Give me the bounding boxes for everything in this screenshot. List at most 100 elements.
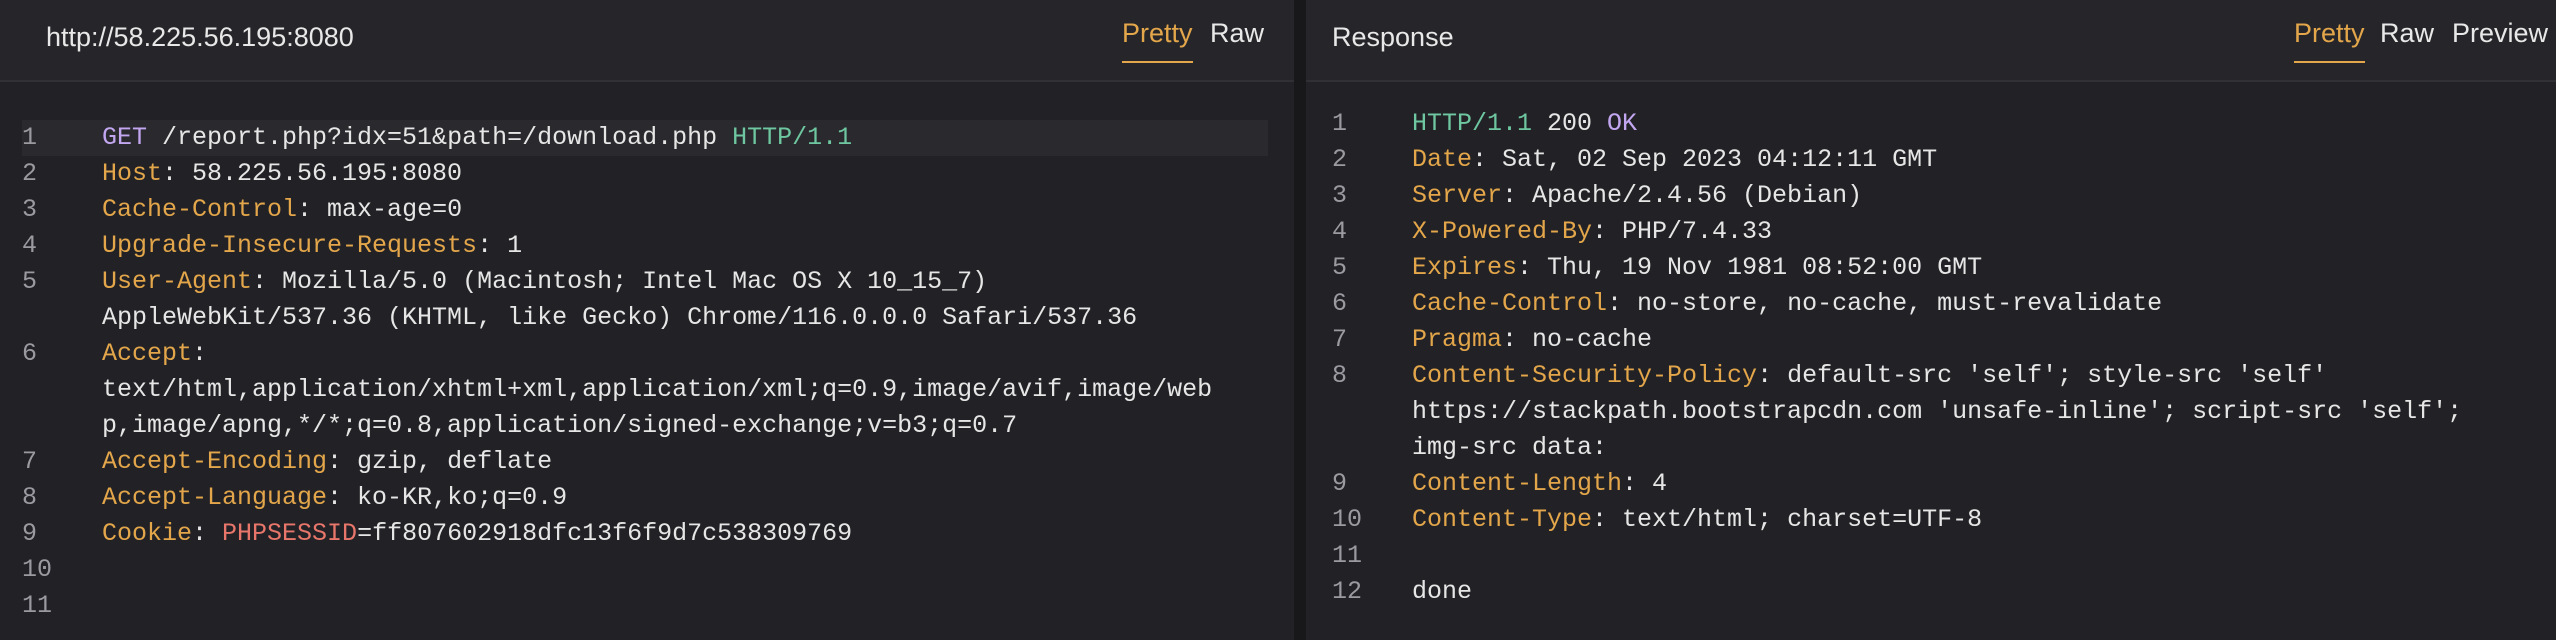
header-name: Content-Length bbox=[1412, 469, 1623, 498]
line-content: Cookie: PHPSESSID=ff807602918dfc13f6f9d7… bbox=[102, 516, 1268, 552]
line-content: X-Powered-By: PHP/7.4.33 bbox=[1412, 214, 2546, 250]
request-editor[interactable]: 1 GET /report.php?idx=51&path=/download.p… bbox=[22, 120, 1268, 624]
line-content bbox=[102, 552, 1268, 588]
header-value: : 58.225.56.195:8080 bbox=[162, 159, 463, 188]
line-number: 2 bbox=[1332, 145, 1348, 174]
line-content: Content-Type: text/html; charset=UTF-8 bbox=[1412, 502, 2546, 538]
header-name: Accept bbox=[102, 339, 193, 368]
line-content bbox=[1412, 538, 2546, 574]
header-value: done bbox=[1412, 577, 1473, 606]
line-content: Accept: text/html,application/xhtml+xml,… bbox=[102, 336, 1268, 444]
line-content: Content-Security-Policy: default-src 'se… bbox=[1412, 358, 2546, 466]
header-name: Upgrade-Insecure-Requests bbox=[102, 231, 478, 260]
status-text: OK bbox=[1607, 109, 1638, 138]
line-content: Expires: Thu, 19 Nov 1981 08:52:00 GMT bbox=[1412, 250, 2546, 286]
line-content: Cache-Control: no-store, no-cache, must-… bbox=[1412, 286, 2546, 322]
header-value: : no-cache bbox=[1502, 325, 1653, 354]
header-value: /report.php?idx=51&path=/download.php bbox=[147, 123, 733, 152]
code-line: 4 Upgrade-Insecure-Requests: 1 bbox=[22, 228, 1268, 264]
pane-divider[interactable] bbox=[1294, 0, 1306, 640]
line-content bbox=[102, 588, 1268, 624]
line-content: HTTP/1.1 200 OK bbox=[1412, 106, 2546, 142]
code-line: 3 Cache-Control: max-age=0 bbox=[22, 192, 1268, 228]
tab-preview[interactable]: Preview bbox=[2452, 18, 2548, 61]
line-number: 5 bbox=[22, 267, 38, 296]
line-number: 2 bbox=[22, 159, 38, 188]
line-content: Accept-Encoding: gzip, deflate bbox=[102, 444, 1268, 480]
line-content: Server: Apache/2.4.56 (Debian) bbox=[1412, 178, 2546, 214]
line-number: 10 bbox=[1332, 505, 1363, 534]
code-line: 1 GET /report.php?idx=51&path=/download.p… bbox=[22, 120, 1268, 156]
header-name: Accept-Language bbox=[102, 483, 328, 512]
tab-raw[interactable]: Raw bbox=[2380, 18, 2434, 61]
line-number: 7 bbox=[22, 447, 38, 476]
protocol-token: HTTP/1.1 bbox=[1412, 109, 1533, 138]
header-value: : PHP/7.4.33 bbox=[1592, 217, 1773, 246]
header-name: Content-Type bbox=[1412, 505, 1593, 534]
line-number: 11 bbox=[1332, 541, 1363, 570]
header-name: Pragma bbox=[1412, 325, 1503, 354]
line-number: 12 bbox=[1332, 577, 1363, 606]
header-value: : Thu, 19 Nov 1981 08:52:00 GMT bbox=[1517, 253, 1983, 282]
response-pane: Response Pretty Raw Preview 1 HTTP/1.1 20… bbox=[1306, 0, 2556, 640]
code-line: 7 Pragma: no-cache bbox=[1332, 322, 2546, 358]
tab-raw[interactable]: Raw bbox=[1210, 18, 1264, 61]
line-number: 6 bbox=[1332, 289, 1348, 318]
line-number: 8 bbox=[1332, 361, 1348, 390]
response-title: Response bbox=[1332, 22, 1454, 52]
code-line: 8 Content-Security-Policy: default-src 's… bbox=[1332, 358, 2546, 466]
header-value: : 4 bbox=[1622, 469, 1668, 498]
line-number: 1 bbox=[1332, 109, 1348, 138]
response-editor[interactable]: 1 HTTP/1.1 200 OK 2 Date: Sat, 02 Sep 2023 … bbox=[1332, 106, 2546, 610]
line-number: 4 bbox=[22, 231, 38, 260]
header-name: Cache-Control bbox=[102, 195, 298, 224]
header-value: : max-age=0 bbox=[297, 195, 463, 224]
request-url: http://58.225.56.195:8080 bbox=[46, 22, 354, 52]
code-line: 3 Server: Apache/2.4.56 (Debian) bbox=[1332, 178, 2546, 214]
header-value: =ff807602918dfc13f6f9d7c538309769 bbox=[357, 519, 853, 548]
header-value: : no-store, no-cache, must-revalidate bbox=[1607, 289, 2163, 318]
line-number: 1 bbox=[22, 123, 38, 152]
code-line: 8 Accept-Language: ko-KR,ko;q=0.9 bbox=[22, 480, 1268, 516]
line-number: 6 bbox=[22, 339, 38, 368]
line-content: Pragma: no-cache bbox=[1412, 322, 2546, 358]
code-line: 11 bbox=[22, 588, 1268, 624]
line-content: Date: Sat, 02 Sep 2023 04:12:11 GMT bbox=[1412, 142, 2546, 178]
tab-pretty[interactable]: Pretty bbox=[2294, 18, 2365, 63]
line-content: done bbox=[1412, 574, 2546, 610]
tab-pretty[interactable]: Pretty bbox=[1122, 18, 1193, 63]
code-line: 12 done bbox=[1332, 574, 2546, 610]
header-value: 200 bbox=[1532, 109, 1608, 138]
header-name: Expires bbox=[1412, 253, 1518, 282]
header-value: : Sat, 02 Sep 2023 04:12:11 GMT bbox=[1472, 145, 1938, 174]
header-name: User-Agent bbox=[102, 267, 253, 296]
code-line: 9 Cookie: PHPSESSID=ff807602918dfc13f6f9d… bbox=[22, 516, 1268, 552]
header-name: X-Powered-By bbox=[1412, 217, 1593, 246]
header-value: : text/html; charset=UTF-8 bbox=[1592, 505, 1983, 534]
line-number: 7 bbox=[1332, 325, 1348, 354]
request-header: http://58.225.56.195:8080 Pretty Raw bbox=[0, 0, 1294, 82]
code-line: 9 Content-Length: 4 bbox=[1332, 466, 2546, 502]
header-name: Content-Security-Policy bbox=[1412, 361, 1758, 390]
line-number: 3 bbox=[22, 195, 38, 224]
response-header: Response Pretty Raw Preview bbox=[1306, 0, 2556, 82]
header-value: : Mozilla/5.0 (Macintosh; Intel Mac OS X… bbox=[102, 267, 1138, 332]
code-line: 2 Host: 58.225.56.195:8080 bbox=[22, 156, 1268, 192]
header-value: : Apache/2.4.56 (Debian) bbox=[1502, 181, 1863, 210]
line-content: Host: 58.225.56.195:8080 bbox=[102, 156, 1268, 192]
code-line: 5 Expires: Thu, 19 Nov 1981 08:52:00 GMT bbox=[1332, 250, 2546, 286]
code-line: 7 Accept-Encoding: gzip, deflate bbox=[22, 444, 1268, 480]
header-name: Cache-Control bbox=[1412, 289, 1608, 318]
code-line: 5 User-Agent: Mozilla/5.0 (Macintosh; Int… bbox=[22, 264, 1268, 336]
line-content: Cache-Control: max-age=0 bbox=[102, 192, 1268, 228]
header-name: Accept-Encoding bbox=[102, 447, 328, 476]
protocol-token: HTTP/1.1 bbox=[732, 123, 853, 152]
code-line: 1 HTTP/1.1 200 OK bbox=[1332, 106, 2546, 142]
code-line: 2 Date: Sat, 02 Sep 2023 04:12:11 GMT bbox=[1332, 142, 2546, 178]
code-line: 10 bbox=[22, 552, 1268, 588]
header-name: Cookie bbox=[102, 519, 193, 548]
code-line: 6 Accept: text/html,application/xhtml+xml… bbox=[22, 336, 1268, 444]
line-number: 9 bbox=[22, 519, 38, 548]
header-value: : ko-KR,ko;q=0.9 bbox=[327, 483, 568, 512]
header-value: : 1 bbox=[477, 231, 523, 260]
